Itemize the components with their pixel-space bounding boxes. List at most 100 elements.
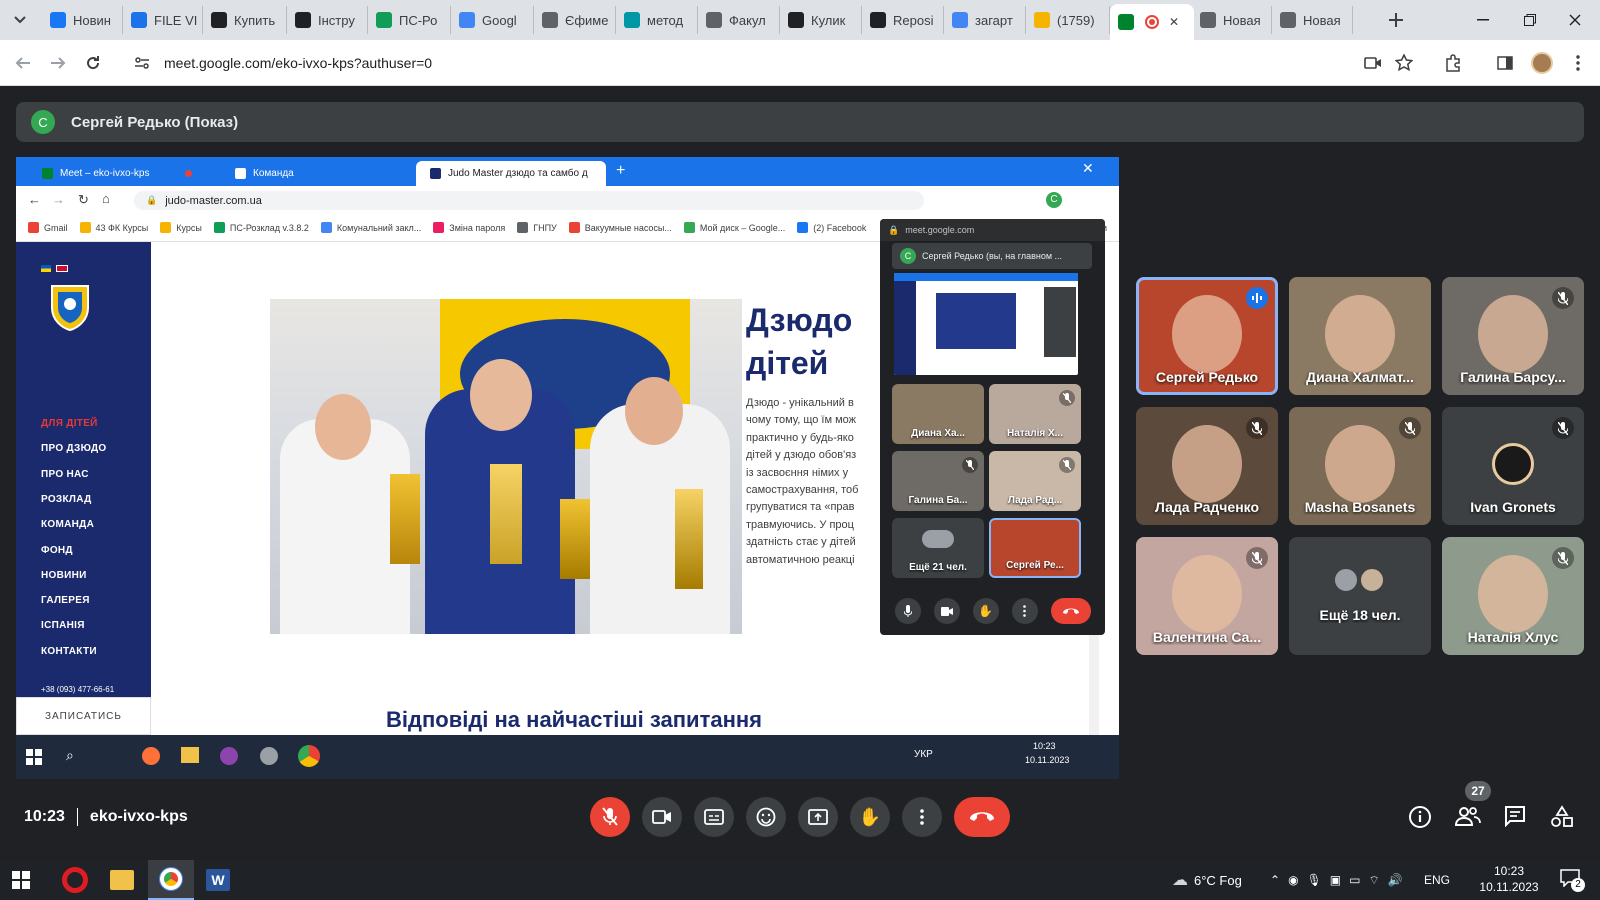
paragraph-line: дітей у дзюдо обов'яз <box>746 449 857 462</box>
participant-tile[interactable]: Masha Bosanets <box>1289 407 1431 525</box>
browser-tab[interactable]: FILE VI <box>123 6 203 34</box>
new-tab-button[interactable] <box>1384 8 1408 32</box>
browser-tab[interactable]: загарт <box>944 6 1026 34</box>
meeting-details-button[interactable] <box>1408 805 1434 831</box>
clock[interactable]: 10:23 10.11.2023 <box>1477 863 1541 895</box>
camera-toggle-button[interactable] <box>642 797 682 837</box>
browser-tab[interactable]: Купить <box>203 6 287 34</box>
people-icon <box>1454 807 1481 826</box>
camera-permission-button[interactable] <box>1360 50 1386 76</box>
present-screen-button[interactable] <box>798 797 838 837</box>
shared-screen[interactable]: Meet – eko-ivxo-kps Команда Judo Master … <box>16 157 1119 779</box>
fog-icon: ☁ <box>1172 872 1188 889</box>
weather-widget[interactable]: ☁ 6°C Fog <box>1172 860 1242 900</box>
tab-meet-active[interactable]: ✕ <box>1110 4 1194 40</box>
browser-tab[interactable]: Reposi <box>862 6 944 34</box>
shared-toolbar: ← → ↻ ⌂ 🔒 judo-master.com.ua С <box>16 186 1119 214</box>
display-icon: ▣ <box>1329 873 1350 887</box>
back-button[interactable] <box>10 50 36 76</box>
browser-tab[interactable]: Новая <box>1272 6 1353 34</box>
browser-tab[interactable]: Єфиме <box>534 6 616 34</box>
site-paragraph: Дзюдо - унікальний в чому тому, що їм мож… <box>746 395 861 569</box>
forward-button[interactable] <box>45 50 71 76</box>
tab-favicon-icon <box>50 12 66 28</box>
extensions-button[interactable] <box>1440 50 1466 76</box>
minimize-button[interactable] <box>1473 12 1493 28</box>
participant-name: Ivan Gronets <box>1470 499 1556 515</box>
uk-flag-icon <box>56 265 68 272</box>
plus-icon: + <box>616 162 626 179</box>
leave-call-button[interactable] <box>954 797 1010 837</box>
participant-tile[interactable]: Ещё 18 чел. <box>1289 537 1431 655</box>
site-settings-icon[interactable] <box>134 55 150 71</box>
windows-logo-icon <box>12 871 30 889</box>
mic-off-icon <box>1059 457 1075 473</box>
browser-tab[interactable]: Інстру <box>287 6 368 34</box>
bookmark-item: Комунальний закл... <box>320 222 421 233</box>
language-indicator[interactable]: ENG <box>1424 860 1450 900</box>
system-tray[interactable]: ⌃ ◉ 🎙 ▣ ▭ ⌔ 🔊 <box>1270 860 1411 900</box>
paragraph-line: травмуючись. У проц <box>746 518 854 531</box>
restore-button[interactable] <box>1520 12 1540 28</box>
more-options-button[interactable] <box>902 797 942 837</box>
pip-tile-name: Наталія Х... <box>1007 428 1063 439</box>
close-tab-icon[interactable]: ✕ <box>1169 15 1179 29</box>
raise-hand-button[interactable]: ✋ <box>850 797 890 837</box>
browser-tab[interactable]: Факул <box>698 6 780 34</box>
side-panel-button[interactable] <box>1492 50 1518 76</box>
file-explorer-icon[interactable] <box>110 870 134 890</box>
recording-icon <box>1145 15 1159 29</box>
mic-toggle-button[interactable] <box>590 797 630 837</box>
app-icon <box>260 747 278 765</box>
pip-participant-tile: Галина Ба... <box>892 451 984 511</box>
trophy-icon <box>390 474 420 564</box>
activities-button[interactable] <box>1550 805 1576 831</box>
hand-icon: ✋ <box>972 598 999 624</box>
browser-tab-strip: Новин FILE VI Купить Інстру ПС-Ро Googl Єфиме м… <box>0 0 1600 40</box>
mic-off-icon <box>1552 547 1574 569</box>
participant-tile[interactable]: Диана Халмат... <box>1289 277 1431 395</box>
browser-tab[interactable]: Googl <box>451 6 534 34</box>
tab-label: Інстру <box>318 12 355 28</box>
tab-search-button[interactable] <box>8 8 32 32</box>
participant-tile[interactable]: Галина Барсу... <box>1442 277 1584 395</box>
participant-tile[interactable]: Наталія Хлус <box>1442 537 1584 655</box>
bookmark-button[interactable] <box>1391 50 1417 76</box>
browser-tab[interactable]: Кулик <box>780 6 862 34</box>
browser-tab[interactable]: Новая <box>1192 6 1272 34</box>
captions-button[interactable] <box>694 797 734 837</box>
notification-center-button[interactable]: 2 <box>1560 869 1585 892</box>
browser-tab[interactable]: метод <box>616 6 698 34</box>
participant-tile[interactable]: Валентина Са... <box>1136 537 1278 655</box>
paragraph-line: Дзюдо - унікальний в <box>746 397 854 409</box>
address-bar[interactable]: meet.google.com/eko-ivxo-kps?authuser=0 <box>120 45 1410 81</box>
participant-name: Сергей Редько <box>1155 369 1259 385</box>
speaking-indicator-icon <box>1246 287 1268 309</box>
url-text[interactable]: meet.google.com/eko-ivxo-kps?authuser=0 <box>164 55 432 71</box>
participant-tile[interactable]: Сергей Редько <box>1136 277 1278 395</box>
browser-tab[interactable]: (1759) <box>1026 6 1110 34</box>
tab-favicon-icon <box>1034 12 1050 28</box>
close-icon <box>1569 14 1581 26</box>
site-menu-item: НОВИНИ <box>41 569 87 581</box>
emoji-button[interactable] <box>746 797 786 837</box>
shared-clock-time: 10:23 <box>1033 741 1056 751</box>
bookmark-label: Зміна пароля <box>449 222 506 233</box>
close-window-button[interactable] <box>1565 12 1585 28</box>
chrome-taskbar-item[interactable] <box>148 860 194 900</box>
browser-tab[interactable]: ПС-Ро <box>368 6 451 34</box>
browser-tab[interactable]: Новин <box>42 6 123 34</box>
kid-middle-face <box>470 359 532 431</box>
reload-button[interactable] <box>80 50 106 76</box>
participant-tile[interactable]: Лада Радченко <box>1136 407 1278 525</box>
meet-logo-icon <box>42 168 53 179</box>
participant-tile[interactable]: Ivan Gronets <box>1442 407 1584 525</box>
browser-menu-button[interactable] <box>1565 50 1591 76</box>
chat-button[interactable] <box>1504 805 1530 831</box>
start-button[interactable] <box>12 871 34 889</box>
profile-avatar[interactable] <box>1529 50 1555 76</box>
opera-icon[interactable] <box>62 867 88 893</box>
people-button[interactable]: 27 <box>1454 781 1491 831</box>
tab-favicon-icon <box>706 12 722 28</box>
word-icon[interactable]: W <box>206 869 230 891</box>
